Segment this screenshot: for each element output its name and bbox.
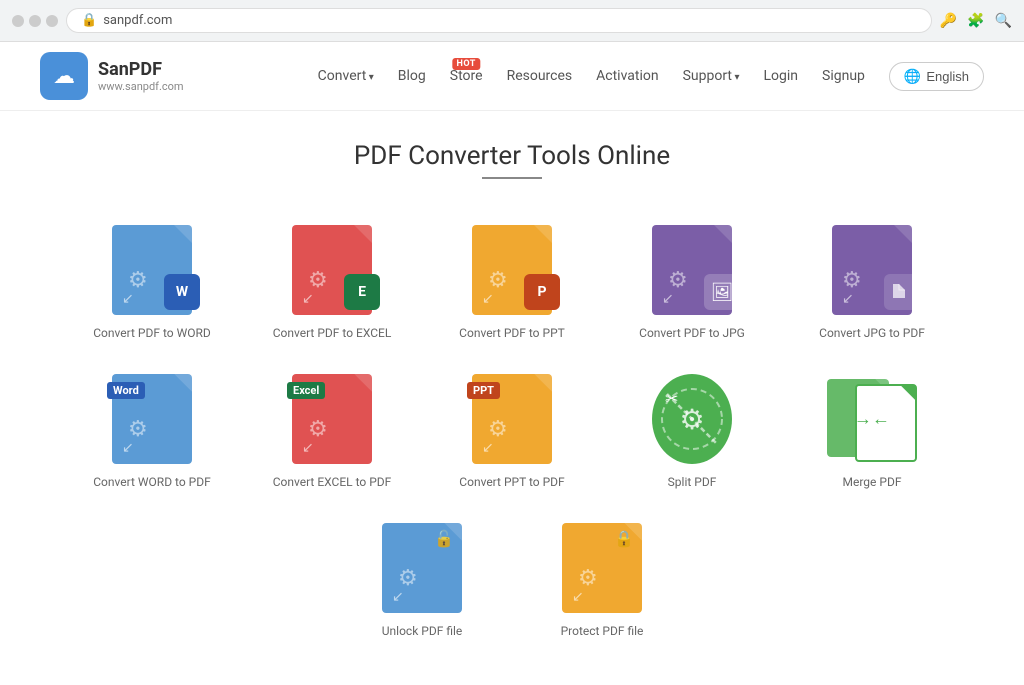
nav-convert[interactable]: Convert [318, 68, 374, 84]
nav-activation[interactable]: Activation [596, 68, 658, 84]
icon-protect-pdf: 🔒 ↙ ⚙ [562, 523, 642, 613]
icon-ppt-to-pdf: PPT ↙ ⚙ [472, 374, 552, 464]
hot-tag: HOT [452, 58, 479, 70]
icon-pdf-to-word: ↙ ⚙ W [112, 225, 192, 315]
browser-dot-3 [46, 15, 58, 27]
excel-badge: E [344, 274, 380, 310]
tool-label-split: Split PDF [668, 474, 717, 491]
icon-unlock-pdf: 🔓 ↙ ⚙ [382, 523, 462, 613]
tool-unlock-pdf[interactable]: 🔓 ↙ ⚙ Unlock PDF file [332, 507, 512, 656]
browser-dots [12, 15, 58, 27]
excel-label: Excel [287, 382, 325, 399]
icon-pdf-to-jpg: ↙ ⚙ 🖼 [652, 225, 732, 315]
word-badge: W [164, 274, 200, 310]
search-icon: 🔍 [995, 13, 1012, 29]
tool-label-merge: Merge PDF [843, 474, 902, 491]
file-body-unlock: 🔓 ↙ ⚙ [382, 523, 462, 613]
logo-area[interactable]: ☁ SanPDF www.sanpdf.com [40, 52, 184, 100]
tool-label-ppt: Convert PDF to PPT [459, 325, 565, 342]
url-text: sanpdf.com [103, 13, 172, 28]
title-underline [482, 177, 542, 179]
icon-pdf-to-excel: ↙ ⚙ E [292, 225, 372, 315]
file-body-protect: 🔒 ↙ ⚙ [562, 523, 642, 613]
split-circle: ⚙ ✂ [652, 374, 732, 464]
tool-merge-pdf[interactable]: →← Merge PDF [782, 358, 962, 507]
tool-label-unlock: Unlock PDF file [382, 623, 463, 640]
icon-jpg-to-pdf: ↙ ⚙ [832, 225, 912, 315]
nav-signup[interactable]: Signup [822, 68, 865, 84]
browser-dot-1 [12, 15, 24, 27]
lock-icon: 🔒 [81, 13, 97, 28]
nav-store[interactable]: HOT Store [450, 68, 483, 84]
tool-label-word2pdf: Convert WORD to PDF [93, 474, 211, 491]
nav-blog[interactable]: Blog [398, 68, 426, 84]
navbar: ☁ SanPDF www.sanpdf.com Convert Blog HOT… [0, 42, 1024, 111]
lock-icon-protect: 🔒 [614, 529, 634, 548]
tool-pdf-to-ppt[interactable]: ↙ ⚙ P Convert PDF to PPT [422, 209, 602, 358]
icon-word-to-pdf: Word ↙ ⚙ [112, 374, 192, 464]
ppt-badge: P [524, 274, 560, 310]
tool-split-pdf[interactable]: ⚙ ✂ Split PDF [602, 358, 782, 507]
tool-pdf-to-word[interactable]: ↙ ⚙ W Convert PDF to WORD [62, 209, 242, 358]
jpg2pdf-badge [884, 274, 920, 310]
browser-dot-2 [29, 15, 41, 27]
ppt-label: PPT [467, 382, 500, 399]
browser-chrome: 🔒 sanpdf.com 🔑 🧩 🔍 [0, 0, 1024, 42]
svg-text:✂: ✂ [665, 389, 678, 408]
logo-sub: www.sanpdf.com [98, 80, 184, 93]
key-icon: 🔑 [940, 13, 957, 29]
tool-pdf-to-jpg[interactable]: ↙ ⚙ 🖼 Convert PDF to JPG [602, 209, 782, 358]
jpg-img-badge: 🖼 [704, 274, 740, 310]
merge-container: →← [827, 374, 917, 464]
icon-merge-pdf: →← [827, 374, 917, 464]
page-title: PDF Converter Tools Online [20, 141, 1004, 171]
nav-links: Convert Blog HOT Store Resources Activat… [318, 62, 984, 91]
nav-support[interactable]: Support [683, 68, 740, 84]
main-content: PDF Converter Tools Online ↙ ⚙ W Convert… [0, 111, 1024, 685]
logo-name: SanPDF [98, 59, 184, 81]
icon-excel-to-pdf: Excel ↙ ⚙ [292, 374, 372, 464]
unlock-icon: 🔓 [434, 529, 454, 548]
tool-excel-to-pdf[interactable]: Excel ↙ ⚙ Convert EXCEL to PDF [242, 358, 422, 507]
file-body-excel2pdf: Excel ↙ ⚙ [292, 374, 372, 464]
tools-grid: ↙ ⚙ W Convert PDF to WORD ↙ ⚙ E Convert … [32, 209, 992, 655]
tool-label-jpg: Convert PDF to JPG [639, 325, 745, 342]
tool-ppt-to-pdf[interactable]: PPT ↙ ⚙ Convert PPT to PDF [422, 358, 602, 507]
address-bar[interactable]: 🔒 sanpdf.com [66, 8, 932, 33]
lang-label: English [926, 69, 969, 84]
tool-label-protect: Protect PDF file [561, 623, 644, 640]
tool-label-excel: Convert PDF to EXCEL [273, 325, 392, 342]
tool-word-to-pdf[interactable]: Word ↙ ⚙ Convert WORD to PDF [62, 358, 242, 507]
tool-pdf-to-excel[interactable]: ↙ ⚙ E Convert PDF to EXCEL [242, 209, 422, 358]
nav-resources[interactable]: Resources [507, 68, 573, 84]
file-body-word2pdf: Word ↙ ⚙ [112, 374, 192, 464]
nav-login[interactable]: Login [764, 68, 799, 84]
globe-icon: 🌐 [904, 68, 921, 85]
tool-label-excel2pdf: Convert EXCEL to PDF [273, 474, 392, 491]
tool-label: Convert PDF to WORD [93, 325, 211, 342]
browser-icons: 🔑 🧩 🔍 [940, 13, 1012, 29]
file-body-ppt2pdf: PPT ↙ ⚙ [472, 374, 552, 464]
icon-split-pdf: ⚙ ✂ [652, 374, 732, 464]
extension-icon: 🧩 [967, 13, 984, 29]
tool-jpg-to-pdf[interactable]: ↙ ⚙ Convert JPG to PDF [782, 209, 962, 358]
tool-protect-pdf[interactable]: 🔒 ↙ ⚙ Protect PDF file [512, 507, 692, 656]
merge-arrow-icon: →← [854, 408, 890, 429]
tool-label-jpg2pdf: Convert JPG to PDF [819, 325, 925, 342]
logo-text-area: SanPDF www.sanpdf.com [98, 59, 184, 94]
icon-pdf-to-ppt: ↙ ⚙ P [472, 225, 552, 315]
tool-label-ppt2pdf: Convert PPT to PDF [459, 474, 564, 491]
lang-button[interactable]: 🌐 English [889, 62, 984, 91]
logo-icon: ☁ [40, 52, 88, 100]
word-label: Word [107, 382, 145, 399]
